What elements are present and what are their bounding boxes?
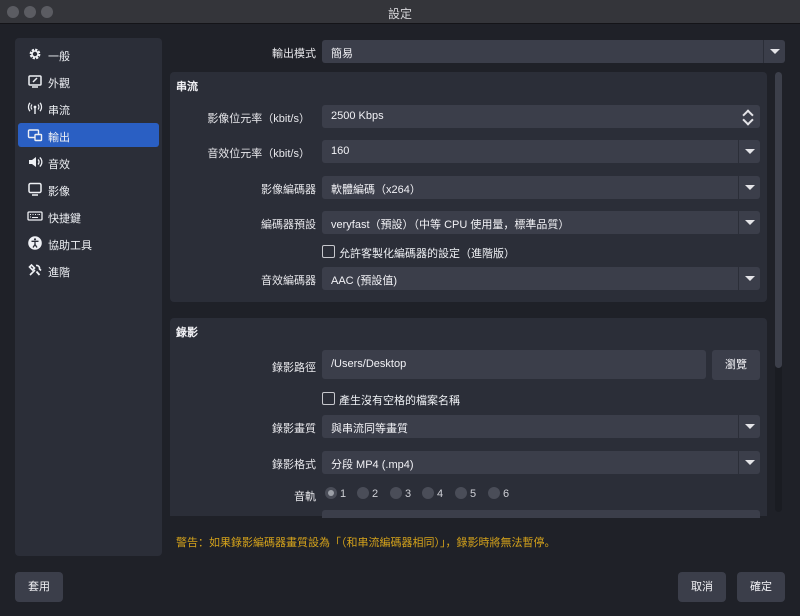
video-bitrate-value: 2500 Kbps <box>331 110 384 122</box>
output-mode-value: 簡易 <box>331 48 353 60</box>
track-4-label: 4 <box>437 488 444 500</box>
gear-icon <box>29 48 41 60</box>
recording-format-value: 分段 MP4 (.mp4) <box>331 459 414 471</box>
broadcast-icon <box>27 102 43 114</box>
no-space-filename-checkbox[interactable] <box>322 392 335 405</box>
sidebar-item-hotkeys[interactable]: 快捷鍵 <box>18 204 159 228</box>
recording-quality-value: 與串流同等畫質 <box>331 423 408 435</box>
recording-path-input[interactable]: /Users/Desktop <box>322 350 706 379</box>
recording-group-title: 錄影 <box>176 327 198 339</box>
speaker-icon <box>29 157 43 167</box>
chevron-down-icon[interactable] <box>738 267 760 290</box>
output-icon <box>27 129 43 142</box>
wrench-icon <box>28 263 42 276</box>
streaming-group-title: 串流 <box>176 81 198 93</box>
warning-text: 警告：如果錄影編碼器畫質設為「（和串流編碼器相同）」，錄影時將無法暫停。 <box>176 537 556 549</box>
sidebar-item-label: 一般 <box>48 51 70 63</box>
output-mode-select[interactable]: 簡易 <box>322 40 785 63</box>
spinner-arrows-icon[interactable] <box>738 105 760 128</box>
recording-quality-select[interactable]: 與串流同等畫質 <box>322 415 760 438</box>
browse-button[interactable]: 瀏覽 <box>712 350 760 380</box>
recording-format-label: 錄影格式 <box>272 459 316 471</box>
chevron-down-icon[interactable] <box>738 451 760 474</box>
sidebar-item-advanced[interactable]: 進階 <box>18 258 159 282</box>
sidebar-item-label: 協助工具 <box>48 240 92 252</box>
window-title: 設定 <box>387 7 412 21</box>
title-bar: 設定 <box>0 0 800 24</box>
sidebar-item-general[interactable]: 一般 <box>18 42 159 66</box>
track-5-radio[interactable] <box>455 487 467 499</box>
settings-sidebar: 一般 外觀 串流 輸出 音效 影像 快捷鍵 協助工具 進階 <box>15 38 162 556</box>
video-encoder-label: 影像編碼器 <box>261 184 316 196</box>
video-encoder-select[interactable]: 軟體編碼（x264） <box>322 176 760 199</box>
track-1-label: 1 <box>340 488 347 500</box>
recording-path-label: 錄影路徑 <box>272 362 316 374</box>
sidebar-item-label: 外觀 <box>48 78 70 90</box>
track-2-radio[interactable] <box>357 487 369 499</box>
video-bitrate-spinbox[interactable]: 2500 Kbps <box>322 105 760 128</box>
chevron-down-icon[interactable] <box>738 415 760 438</box>
chevron-down-icon[interactable] <box>763 40 785 63</box>
cancel-button[interactable]: 取消 <box>678 572 726 602</box>
video-encoder-value: 軟體編碼（x264） <box>331 184 421 196</box>
track-3-label: 3 <box>405 488 412 500</box>
recording-format-select[interactable]: 分段 MP4 (.mp4) <box>322 451 760 474</box>
sidebar-item-video[interactable]: 影像 <box>18 177 159 201</box>
audio-bitrate-label: 音效位元率（kbit/s） <box>207 148 310 160</box>
sidebar-item-label: 串流 <box>48 105 70 117</box>
track-6-label: 6 <box>503 488 510 500</box>
custom-encoder-label: 允許客製化編碼器的設定（進階版） <box>339 248 515 260</box>
track-3-radio[interactable] <box>390 487 402 499</box>
chevron-down-icon[interactable] <box>738 140 760 163</box>
track-2-label: 2 <box>372 488 379 500</box>
settings-scrollbar[interactable] <box>775 72 782 512</box>
recording-path-value: /Users/Desktop <box>331 358 407 370</box>
sidebar-item-stream[interactable]: 串流 <box>18 96 159 120</box>
audio-encoder-value: AAC (預設值) <box>331 275 397 287</box>
sidebar-item-audio[interactable]: 音效 <box>18 150 159 174</box>
audio-track-label: 音軌 <box>294 491 316 503</box>
encoder-preset-select[interactable]: veryfast（預設）（中等 CPU 使用量，標準品質） <box>322 211 760 234</box>
audio-bitrate-value: 160 <box>331 145 350 157</box>
sidebar-item-output[interactable]: 輸出 <box>18 123 159 147</box>
no-space-filename-label: 產生沒有空格的檔案名稱 <box>339 395 460 407</box>
monitor-icon <box>28 182 42 196</box>
clipped-next-field[interactable] <box>322 510 760 518</box>
sidebar-item-label: 影像 <box>48 186 70 198</box>
video-bitrate-label: 影像位元率（kbit/s） <box>207 113 310 125</box>
sidebar-item-appearance[interactable]: 外觀 <box>18 69 159 93</box>
sidebar-item-label: 輸出 <box>48 132 70 144</box>
track-1-radio[interactable] <box>325 487 337 499</box>
appearance-icon <box>28 75 42 88</box>
scrollbar-thumb[interactable] <box>775 72 782 368</box>
sidebar-item-label: 進階 <box>48 267 70 279</box>
chevron-down-icon[interactable] <box>738 211 760 234</box>
keyboard-icon <box>27 211 43 221</box>
audio-bitrate-select[interactable]: 160 <box>322 140 760 163</box>
track-6-radio[interactable] <box>488 487 500 499</box>
track-4-radio[interactable] <box>422 487 434 499</box>
sidebar-item-label: 快捷鍵 <box>48 213 81 225</box>
sidebar-item-accessibility[interactable]: 協助工具 <box>18 231 159 255</box>
custom-encoder-checkbox[interactable] <box>322 245 335 258</box>
sidebar-item-label: 音效 <box>48 159 70 171</box>
recording-quality-label: 錄影畫質 <box>272 423 316 435</box>
audio-encoder-label: 音效編碼器 <box>261 275 316 287</box>
output-mode-label: 輸出模式 <box>272 48 316 60</box>
ok-button[interactable]: 確定 <box>737 572 785 602</box>
encoder-preset-value: veryfast（預設）（中等 CPU 使用量，標準品質） <box>331 219 570 231</box>
apply-button[interactable]: 套用 <box>15 572 63 602</box>
track-5-label: 5 <box>470 488 477 500</box>
chevron-down-icon[interactable] <box>738 176 760 199</box>
accessibility-icon <box>28 236 42 250</box>
encoder-preset-label: 編碼器預設 <box>261 219 316 231</box>
audio-encoder-select[interactable]: AAC (預設值) <box>322 267 760 290</box>
